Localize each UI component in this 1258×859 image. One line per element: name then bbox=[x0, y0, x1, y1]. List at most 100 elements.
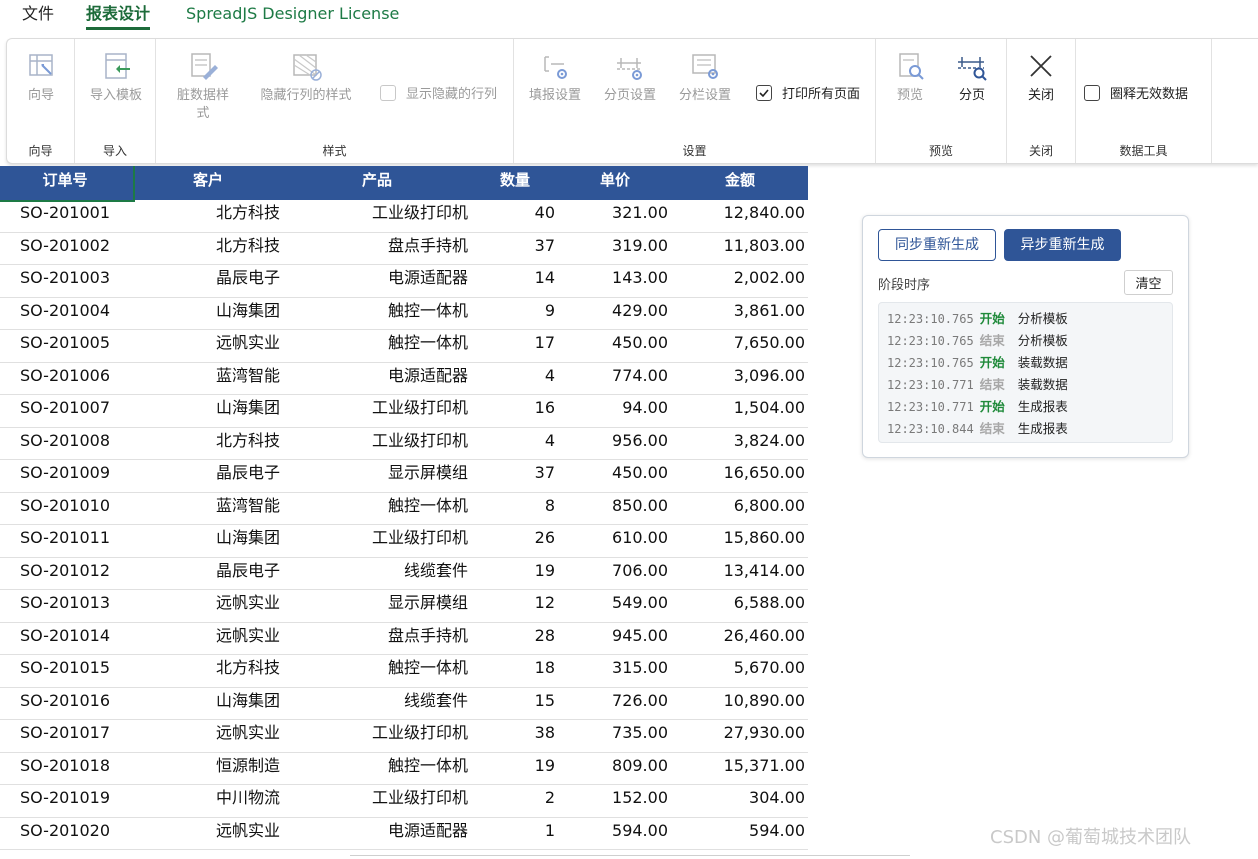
cell-quantity[interactable]: 40 bbox=[480, 200, 555, 232]
cell-quantity[interactable]: 4 bbox=[480, 428, 555, 460]
cell-customer[interactable]: 恒源制造 bbox=[150, 753, 280, 785]
cell-unit-price[interactable]: 735.00 bbox=[560, 720, 668, 752]
import-template-button[interactable]: 导入模板 bbox=[83, 49, 149, 105]
cell-amount[interactable]: 3,824.00 bbox=[675, 428, 805, 460]
cell-customer[interactable]: 北方科技 bbox=[150, 200, 280, 232]
cell-amount[interactable]: 594.00 bbox=[675, 818, 805, 850]
cell-amount[interactable]: 6,588.00 bbox=[675, 590, 805, 622]
cell-product[interactable]: 触控一体机 bbox=[300, 298, 468, 330]
menu-tab-file[interactable]: 文件 bbox=[22, 2, 54, 30]
cell-unit-price[interactable]: 429.00 bbox=[560, 298, 668, 330]
print-all-pages-checkbox[interactable]: 打印所有页面 bbox=[756, 83, 860, 102]
cell-quantity[interactable]: 9 bbox=[480, 298, 555, 330]
cell-quantity[interactable]: 28 bbox=[480, 623, 555, 655]
column-settings-button[interactable]: 分栏设置 bbox=[674, 49, 736, 105]
cell-order-no[interactable]: SO-201014 bbox=[0, 623, 130, 655]
dirty-data-style-button[interactable]: 脏数据样 式 bbox=[166, 49, 240, 123]
cell-customer[interactable]: 山海集团 bbox=[150, 298, 280, 330]
cell-amount[interactable]: 16,650.00 bbox=[675, 460, 805, 492]
cell-product[interactable]: 线缆套件 bbox=[300, 558, 468, 590]
cell-quantity[interactable]: 2 bbox=[480, 785, 555, 817]
cell-product[interactable]: 线缆套件 bbox=[300, 688, 468, 720]
spreadsheet[interactable]: 订单号 客户 产品 数量 单价 金额 SO-201001 北方科技 工业级打印机 40… bbox=[0, 166, 808, 859]
cell-order-no[interactable]: SO-201002 bbox=[0, 233, 130, 265]
cell-product[interactable]: 工业级打印机 bbox=[300, 428, 468, 460]
cell-quantity[interactable]: 4 bbox=[480, 363, 555, 395]
cell-customer[interactable]: 北方科技 bbox=[150, 428, 280, 460]
cell-amount[interactable]: 15,860.00 bbox=[675, 525, 805, 557]
cell-customer[interactable]: 晶辰电子 bbox=[150, 460, 280, 492]
cell-quantity[interactable]: 26 bbox=[480, 525, 555, 557]
cell-customer[interactable]: 晶辰电子 bbox=[150, 558, 280, 590]
cell-amount[interactable]: 15,371.00 bbox=[675, 753, 805, 785]
cell-amount[interactable]: 11,803.00 bbox=[675, 233, 805, 265]
hidden-row-style-button[interactable]: 隐藏行列的样式 bbox=[250, 49, 362, 105]
cell-order-no[interactable]: SO-201005 bbox=[0, 330, 130, 362]
cell-order-no[interactable]: SO-201009 bbox=[0, 460, 130, 492]
cell-quantity[interactable]: 37 bbox=[480, 233, 555, 265]
cell-unit-price[interactable]: 774.00 bbox=[560, 363, 668, 395]
cell-quantity[interactable]: 37 bbox=[480, 460, 555, 492]
cell-quantity[interactable]: 19 bbox=[480, 753, 555, 785]
cell-order-no[interactable]: SO-201016 bbox=[0, 688, 130, 720]
cell-product[interactable]: 工业级打印机 bbox=[300, 720, 468, 752]
menu-tab-report-design[interactable]: 报表设计 bbox=[86, 2, 151, 30]
cell-product[interactable]: 触控一体机 bbox=[300, 655, 468, 687]
cell-product[interactable]: 工业级打印机 bbox=[300, 200, 468, 232]
cell-quantity[interactable]: 14 bbox=[480, 265, 555, 297]
cell-amount[interactable]: 5,670.00 bbox=[675, 655, 805, 687]
cell-product[interactable]: 显示屏模组 bbox=[300, 460, 468, 492]
menu-tab-license[interactable]: SpreadJS Designer License bbox=[186, 2, 399, 30]
cell-unit-price[interactable]: 945.00 bbox=[560, 623, 668, 655]
cell-order-no[interactable]: SO-201004 bbox=[0, 298, 130, 330]
cell-order-no[interactable]: SO-201012 bbox=[0, 558, 130, 590]
cell-customer[interactable]: 远帆实业 bbox=[150, 590, 280, 622]
horizontal-scrollbar[interactable] bbox=[350, 855, 910, 859]
cell-product[interactable]: 触控一体机 bbox=[300, 493, 468, 525]
cell-customer[interactable]: 远帆实业 bbox=[150, 330, 280, 362]
cell-unit-price[interactable]: 956.00 bbox=[560, 428, 668, 460]
cell-quantity[interactable]: 15 bbox=[480, 688, 555, 720]
cell-product[interactable]: 显示屏模组 bbox=[300, 590, 468, 622]
cell-order-no[interactable]: SO-201015 bbox=[0, 655, 130, 687]
cell-unit-price[interactable]: 143.00 bbox=[560, 265, 668, 297]
wizard-button[interactable]: 向导 bbox=[19, 49, 63, 105]
page-settings-button[interactable]: 分页设置 bbox=[599, 49, 661, 105]
close-button[interactable]: 关闭 bbox=[1019, 49, 1063, 105]
cell-unit-price[interactable]: 594.00 bbox=[560, 818, 668, 850]
cell-unit-price[interactable]: 319.00 bbox=[560, 233, 668, 265]
cell-customer[interactable]: 中川物流 bbox=[150, 785, 280, 817]
fill-settings-button[interactable]: 填报设置 bbox=[524, 49, 586, 105]
cell-unit-price[interactable]: 152.00 bbox=[560, 785, 668, 817]
cell-amount[interactable]: 3,861.00 bbox=[675, 298, 805, 330]
cell-product[interactable]: 工业级打印机 bbox=[300, 525, 468, 557]
cell-quantity[interactable]: 16 bbox=[480, 395, 555, 427]
cell-order-no[interactable]: SO-201001 bbox=[0, 200, 130, 232]
cell-product[interactable]: 触控一体机 bbox=[300, 330, 468, 362]
paging-preview-button[interactable]: 分页 bbox=[950, 49, 994, 105]
cell-customer[interactable]: 北方科技 bbox=[150, 233, 280, 265]
cell-unit-price[interactable]: 850.00 bbox=[560, 493, 668, 525]
cell-order-no[interactable]: SO-201011 bbox=[0, 525, 130, 557]
cell-quantity[interactable]: 17 bbox=[480, 330, 555, 362]
show-hidden-rows-checkbox[interactable]: 显示隐藏的行列 bbox=[380, 83, 497, 102]
cell-order-no[interactable]: SO-201007 bbox=[0, 395, 130, 427]
cell-quantity[interactable]: 18 bbox=[480, 655, 555, 687]
cell-product[interactable]: 工业级打印机 bbox=[300, 395, 468, 427]
cell-unit-price[interactable]: 321.00 bbox=[560, 200, 668, 232]
cell-customer[interactable]: 蓝湾智能 bbox=[150, 363, 280, 395]
header-product[interactable]: 产品 bbox=[318, 166, 436, 200]
cell-product[interactable]: 工业级打印机 bbox=[300, 785, 468, 817]
cell-amount[interactable]: 26,460.00 bbox=[675, 623, 805, 655]
cell-unit-price[interactable]: 315.00 bbox=[560, 655, 668, 687]
header-amount[interactable]: 金额 bbox=[696, 166, 784, 200]
cell-amount[interactable]: 12,840.00 bbox=[675, 200, 805, 232]
cell-amount[interactable]: 7,650.00 bbox=[675, 330, 805, 362]
cell-customer[interactable]: 远帆实业 bbox=[150, 818, 280, 850]
cell-quantity[interactable]: 19 bbox=[480, 558, 555, 590]
cell-unit-price[interactable]: 450.00 bbox=[560, 460, 668, 492]
cell-product[interactable]: 盘点手持机 bbox=[300, 233, 468, 265]
cell-customer[interactable]: 远帆实业 bbox=[150, 720, 280, 752]
cell-order-no[interactable]: SO-201017 bbox=[0, 720, 130, 752]
cell-customer[interactable]: 晶辰电子 bbox=[150, 265, 280, 297]
